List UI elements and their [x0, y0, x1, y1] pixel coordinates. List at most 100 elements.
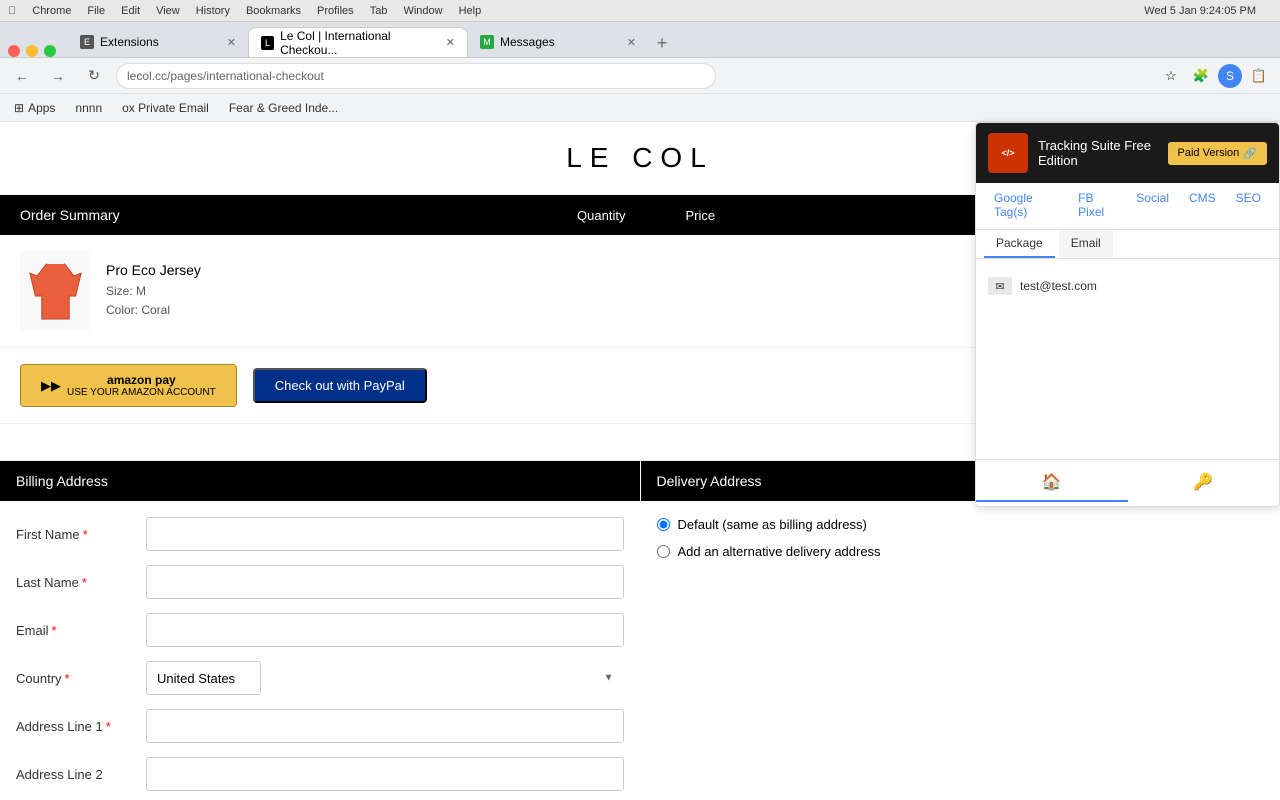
- country-select-wrapper: United States United Kingdom Australia C…: [146, 661, 624, 695]
- menu-chrome[interactable]: Chrome: [32, 5, 71, 17]
- tab-google-tags[interactable]: Google Tag(s): [984, 183, 1068, 229]
- menu-file[interactable]: File: [87, 5, 105, 17]
- close-window-btn[interactable]: [8, 45, 20, 57]
- apps-icon: ⊞: [14, 101, 24, 115]
- toolbar-icons: ☆ 🧩 S 📋: [1158, 63, 1272, 89]
- extensions-icon[interactable]: 🧩: [1188, 63, 1214, 89]
- address2-label: Address Line 2: [16, 767, 146, 782]
- forms-row: Billing Address First Name* Last Name*: [0, 461, 1280, 800]
- country-label: Country*: [16, 671, 146, 686]
- tab-favicon-extensions: E: [80, 35, 94, 49]
- apple-menu-icon[interactable]: : [8, 5, 16, 17]
- jersey-icon: [28, 259, 83, 324]
- item-color: Color: Coral: [106, 301, 1020, 320]
- bookmark-star-icon[interactable]: ☆: [1158, 63, 1184, 89]
- tab-messages[interactable]: M Messages ✕: [468, 27, 648, 57]
- panel-title: Tracking Suite Free Edition: [1038, 138, 1158, 168]
- bookmark-nnnn[interactable]: nnnn: [69, 99, 108, 117]
- back-button[interactable]: ←: [8, 62, 36, 90]
- delivery-same-option[interactable]: Default (same as billing address): [657, 517, 1265, 532]
- panel-content: ✉ test@test.com: [976, 259, 1279, 459]
- datetime: Wed 5 Jan 9:24:05 PM: [1144, 5, 1256, 17]
- delivery-section: Delivery Address Default (same as billin…: [641, 461, 1280, 800]
- email-label: Email*: [16, 623, 146, 638]
- tab-extensions[interactable]: E Extensions ✕: [68, 27, 248, 57]
- menu-profiles[interactable]: Profiles: [317, 5, 354, 17]
- bookmark-fear-greed[interactable]: Fear & Greed Inde...: [223, 99, 344, 117]
- tab-lecol[interactable]: L Le Col | International Checkou... ✕: [248, 27, 468, 57]
- reading-list-icon[interactable]: 📋: [1246, 63, 1272, 89]
- delivery-same-radio[interactable]: [657, 518, 670, 531]
- main-area: LE COL Order Summary Quantity Price Tota…: [0, 122, 1280, 800]
- subtab-package[interactable]: Package: [984, 230, 1055, 258]
- email-row: Email*: [16, 613, 624, 647]
- menu-tab[interactable]: Tab: [370, 5, 388, 17]
- email-address: test@test.com: [1020, 279, 1097, 293]
- first-name-row: First Name*: [16, 517, 624, 551]
- paypal-label: Check out with PayPal: [275, 378, 405, 393]
- reload-button[interactable]: ↻: [80, 62, 108, 90]
- country-select[interactable]: United States United Kingdom Australia C…: [146, 661, 261, 695]
- tab-close-messages[interactable]: ✕: [627, 36, 636, 49]
- key-icon: 🔑: [1193, 472, 1213, 492]
- first-name-input[interactable]: [146, 517, 624, 551]
- delivery-same-label: Default (same as billing address): [678, 517, 867, 532]
- last-name-row: Last Name*: [16, 565, 624, 599]
- required-star: *: [83, 527, 88, 542]
- item-size: Size: M: [106, 282, 1020, 301]
- tab-label-lecol: Le Col | International Checkou...: [280, 29, 440, 57]
- url-text: lecol.cc/pages/international-checkout: [127, 69, 324, 83]
- item-image: [20, 251, 90, 331]
- address2-input[interactable]: [146, 757, 624, 791]
- home-icon: 🏠: [1042, 472, 1062, 492]
- panel-footer: 🏠 🔑: [976, 459, 1279, 506]
- panel-home-button[interactable]: 🏠: [976, 464, 1128, 502]
- new-tab-button[interactable]: +: [648, 29, 676, 57]
- panel-key-button[interactable]: 🔑: [1128, 464, 1280, 502]
- delivery-alt-label: Add an alternative delivery address: [678, 544, 881, 559]
- mac-os-bar:  Chrome File Edit View History Bookmark…: [0, 0, 1280, 22]
- profile-icon[interactable]: S: [1218, 64, 1242, 88]
- forward-button[interactable]: →: [44, 62, 72, 90]
- billing-section-header: Billing Address: [0, 461, 640, 501]
- delivery-alt-radio[interactable]: [657, 545, 670, 558]
- tab-cms[interactable]: CMS: [1179, 183, 1226, 229]
- menu-window[interactable]: Window: [403, 5, 442, 17]
- billing-form-body: First Name* Last Name* Email*: [0, 501, 640, 800]
- tab-seo[interactable]: SEO: [1226, 183, 1271, 229]
- menu-history[interactable]: History: [196, 5, 230, 17]
- tab-fb-pixel[interactable]: FB Pixel: [1068, 183, 1126, 229]
- minimize-window-btn[interactable]: [26, 45, 38, 57]
- tab-close-lecol[interactable]: ✕: [446, 36, 455, 49]
- email-input[interactable]: [146, 613, 624, 647]
- panel-subtabs: Package Email: [976, 230, 1279, 259]
- address1-row: Address Line 1*: [16, 709, 624, 743]
- tab-close-extensions[interactable]: ✕: [227, 36, 236, 49]
- address1-input[interactable]: [146, 709, 624, 743]
- price-header: Price: [685, 208, 715, 223]
- menu-help[interactable]: Help: [459, 5, 482, 17]
- menu-edit[interactable]: Edit: [121, 5, 140, 17]
- tracking-logo: </>: [988, 133, 1028, 173]
- item-details: Pro Eco Jersey Size: M Color: Coral: [106, 262, 1020, 320]
- delivery-options: Default (same as billing address) Add an…: [641, 501, 1280, 587]
- url-bar[interactable]: lecol.cc/pages/international-checkout: [116, 63, 716, 89]
- bookmark-private-email[interactable]: ox Private Email: [116, 99, 215, 117]
- email-item: ✉ test@test.com: [988, 271, 1267, 301]
- subtab-email[interactable]: Email: [1059, 230, 1113, 258]
- last-name-input[interactable]: [146, 565, 624, 599]
- menu-bookmarks[interactable]: Bookmarks: [246, 5, 301, 17]
- amazon-pay-button[interactable]: ▶▶ amazon pay USE YOUR AMAZON ACCOUNT: [20, 364, 237, 407]
- paypal-button[interactable]: Check out with PayPal: [253, 368, 427, 403]
- tab-social[interactable]: Social: [1126, 183, 1179, 229]
- maximize-window-btn[interactable]: [44, 45, 56, 57]
- address-bar: ← → ↻ lecol.cc/pages/international-check…: [0, 58, 1280, 94]
- delivery-alt-option[interactable]: Add an alternative delivery address: [657, 544, 1265, 559]
- paid-version-button[interactable]: Paid Version 🔗: [1168, 142, 1267, 165]
- country-row: Country* United States United Kingdom Au…: [16, 661, 624, 695]
- menu-view[interactable]: View: [156, 5, 180, 17]
- billing-section: Billing Address First Name* Last Name*: [0, 461, 641, 800]
- tab-favicon-lecol: L: [261, 36, 274, 50]
- last-name-label: Last Name*: [16, 575, 146, 590]
- bookmark-apps[interactable]: ⊞ Apps: [8, 99, 61, 117]
